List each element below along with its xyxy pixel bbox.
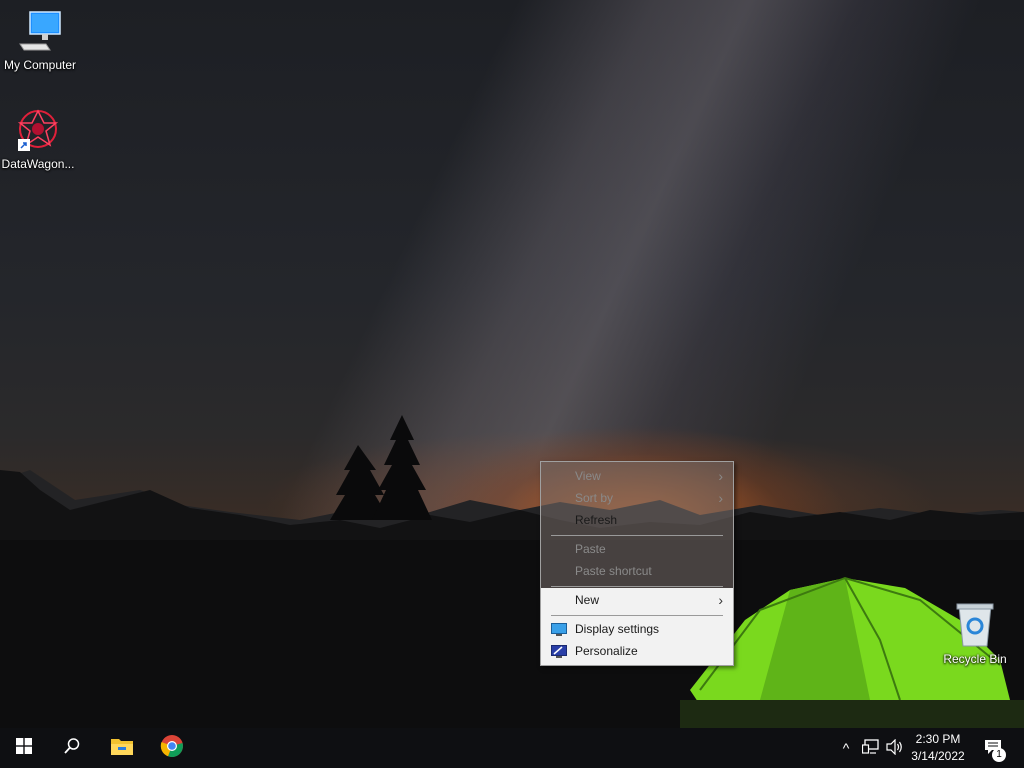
menu-item-label: Sort by bbox=[575, 491, 614, 505]
menu-item-label: Paste bbox=[575, 542, 606, 556]
menu-item-label: View bbox=[575, 469, 601, 483]
search-button[interactable] bbox=[48, 728, 96, 768]
desktop-icon-recycle-bin[interactable]: Recycle Bin bbox=[935, 602, 1015, 666]
search-icon bbox=[63, 737, 81, 760]
file-explorer-icon bbox=[110, 736, 134, 761]
start-button[interactable] bbox=[0, 728, 48, 768]
menu-separator bbox=[551, 535, 723, 536]
desktop-icon-label: Recycle Bin bbox=[943, 652, 1007, 666]
menu-item-label: Paste shortcut bbox=[575, 564, 652, 578]
taskbar-file-explorer[interactable] bbox=[98, 728, 146, 768]
menu-item-sort-by[interactable]: Sort by › bbox=[541, 487, 733, 509]
action-center-button[interactable] bbox=[978, 728, 1008, 768]
show-hidden-icons-button[interactable]: ^ bbox=[836, 728, 856, 768]
menu-item-refresh[interactable]: Refresh bbox=[541, 509, 733, 531]
desktop-wallpaper[interactable] bbox=[0, 0, 1024, 728]
menu-item-label: Display settings bbox=[575, 622, 660, 636]
notification-count-badge: 1 bbox=[992, 748, 1006, 762]
recycle-bin-icon bbox=[951, 602, 999, 650]
volume-button[interactable] bbox=[884, 728, 906, 768]
chevron-right-icon: › bbox=[718, 490, 723, 506]
desktop-icon-label: My Computer bbox=[3, 58, 77, 72]
taskbar-chrome[interactable] bbox=[148, 728, 196, 768]
menu-item-label: Personalize bbox=[575, 644, 638, 658]
landscape-silhouette bbox=[0, 415, 1024, 728]
personalize-icon bbox=[551, 644, 567, 658]
chrome-icon bbox=[160, 734, 184, 763]
desktop-icon-datawagon[interactable]: DataWagon... bbox=[0, 107, 78, 171]
menu-separator bbox=[551, 586, 723, 587]
datawagon-app-icon bbox=[14, 107, 62, 155]
windows-start-icon bbox=[16, 737, 32, 759]
volume-icon bbox=[886, 738, 904, 758]
menu-item-paste-shortcut[interactable]: Paste shortcut bbox=[541, 560, 733, 582]
chevron-right-icon: › bbox=[718, 468, 723, 484]
network-icon bbox=[861, 738, 880, 758]
menu-item-paste[interactable]: Paste bbox=[541, 538, 733, 560]
menu-item-personalize[interactable]: Personalize bbox=[541, 640, 733, 662]
menu-item-label: Refresh bbox=[575, 513, 618, 527]
menu-item-label: New bbox=[575, 593, 600, 607]
network-button[interactable] bbox=[860, 728, 882, 768]
desktop-context-menu: View › Sort by › Refresh Paste Paste sho… bbox=[540, 461, 734, 666]
menu-separator bbox=[551, 615, 723, 616]
taskbar-clock[interactable]: 2:30 PM 3/14/2022 bbox=[904, 731, 972, 765]
chevron-up-icon: ^ bbox=[842, 740, 850, 756]
display-settings-icon bbox=[551, 622, 567, 636]
clock-time: 2:30 PM bbox=[915, 732, 961, 746]
menu-item-new[interactable]: New › bbox=[541, 589, 733, 611]
computer-icon bbox=[16, 8, 64, 56]
menu-item-display-settings[interactable]: Display settings bbox=[541, 618, 733, 640]
chevron-right-icon: › bbox=[718, 592, 723, 608]
desktop-icon-label: DataWagon... bbox=[1, 157, 75, 171]
desktop-icon-my-computer[interactable]: My Computer bbox=[0, 8, 80, 72]
clock-date: 3/14/2022 bbox=[911, 749, 965, 763]
taskbar: ^ 2:30 PM 3/14/2022 bbox=[0, 728, 1024, 768]
menu-item-view[interactable]: View › bbox=[541, 465, 733, 487]
